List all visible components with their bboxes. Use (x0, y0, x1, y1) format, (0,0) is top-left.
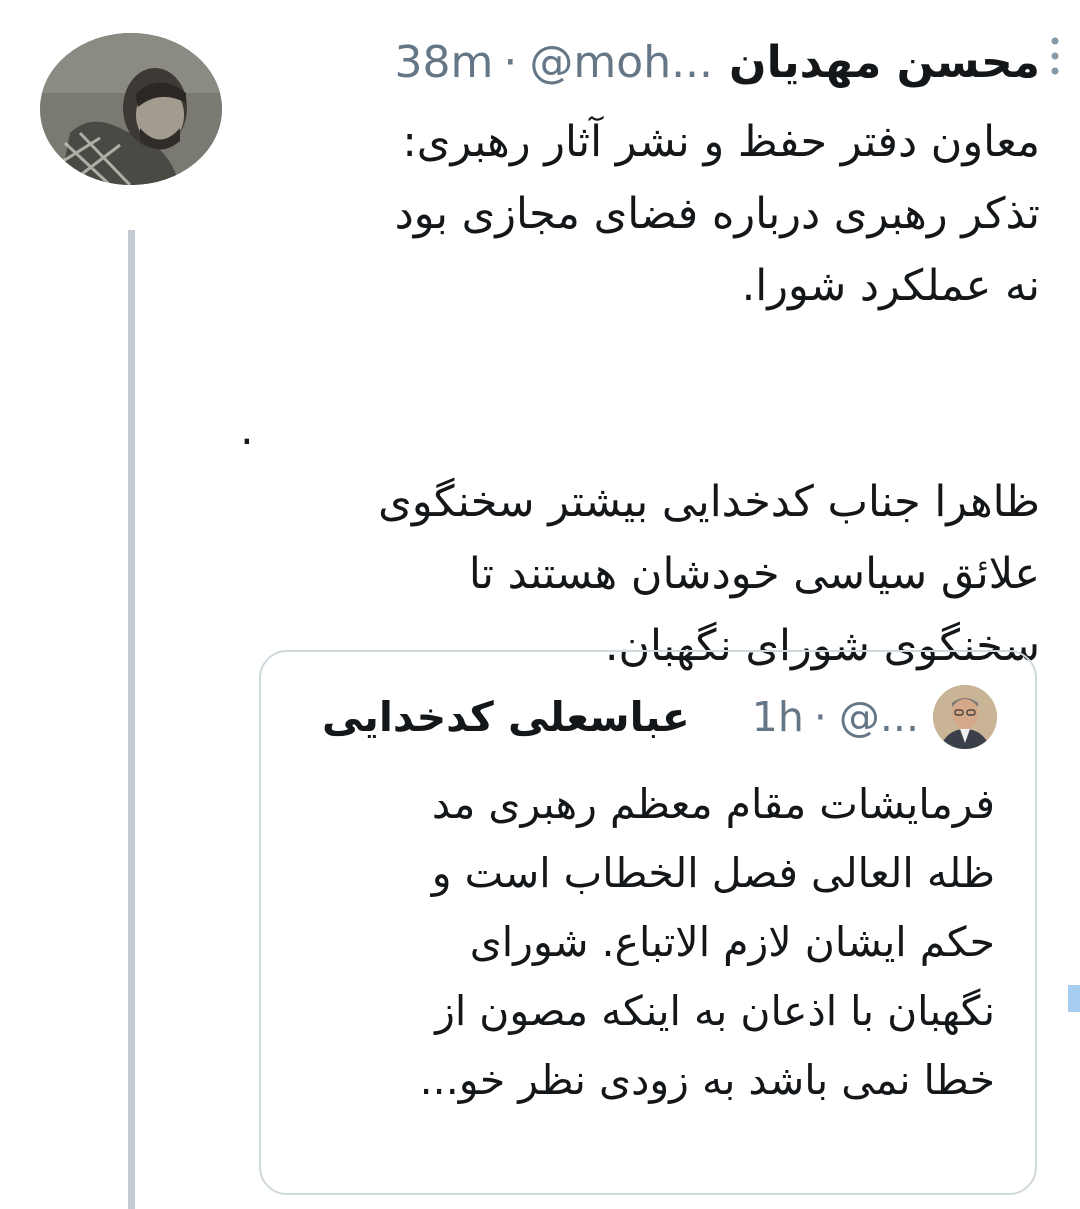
tweet-text-line (240, 322, 1040, 394)
author-avatar-image (40, 33, 222, 185)
quoted-author-avatar[interactable] (933, 685, 997, 749)
tweet-text-line: تذکر رهبری درباره فضای مجازی بود (394, 189, 1040, 239)
quoted-author-avatar-image (933, 685, 997, 749)
tweet-text-line: معاون دفتر حفظ و نشر آثار رهبری: (402, 117, 1040, 167)
author-display-name[interactable]: محسن مهدیان (729, 37, 1040, 88)
quoted-author-display-name[interactable]: عباسعلی کدخدایی (322, 693, 690, 741)
tweet-timestamp[interactable]: 38m (395, 37, 494, 88)
author-handle[interactable]: @moh... (529, 37, 713, 88)
tweet-text-line: ظاهرا جناب کدخدایی بیشتر سخنگوی (378, 477, 1040, 527)
author-avatar[interactable] (40, 33, 222, 185)
quoted-tweet-card[interactable]: عباسعلی کدخدایی @... · 1h فرمایشات مقام … (259, 650, 1037, 1195)
quoted-tweet-header: عباسعلی کدخدایی @... · 1h (301, 682, 997, 752)
quoted-tweet-text: فرمایشات مقام معظم رهبری مد ظله العالی ف… (301, 770, 995, 1115)
quoted-tweet-text-line: خطا نمی باشد به زودی نظر خو... (419, 1056, 995, 1104)
tweet-text-line: . (240, 405, 254, 455)
quoted-header-separator: · (813, 693, 827, 741)
vertical-dots-icon[interactable] (1050, 34, 1060, 78)
header-separator: · (503, 36, 518, 88)
quoted-tweet-text-line: ظله العالی فصل الخطاب است و (431, 849, 995, 897)
quoted-author-handle[interactable]: @... (839, 693, 919, 741)
quoted-tweet-text-line: فرمایشات مقام معظم رهبری مد (431, 780, 995, 828)
quoted-tweet-text-line: حکم ایشان لازم الاتباع. شورای (469, 918, 995, 966)
tweet-header: محسن مهدیان @moh... · 38m (258, 22, 1040, 102)
thread-connector-line (128, 230, 135, 1209)
quoted-tweet-text-line: نگهبان با اذعان به اینکه مصون از (435, 987, 995, 1035)
quoted-tweet-timestamp[interactable]: 1h (752, 693, 804, 741)
tweet-text-line: نه عملکرد شورا. (741, 261, 1040, 311)
tweet-text-line: علائق سیاسی خودشان هستند تا (468, 549, 1040, 599)
scroll-indicator (1068, 985, 1080, 1012)
tweet-text: معاون دفتر حفظ و نشر آثار رهبری: تذکر ره… (240, 106, 1040, 682)
